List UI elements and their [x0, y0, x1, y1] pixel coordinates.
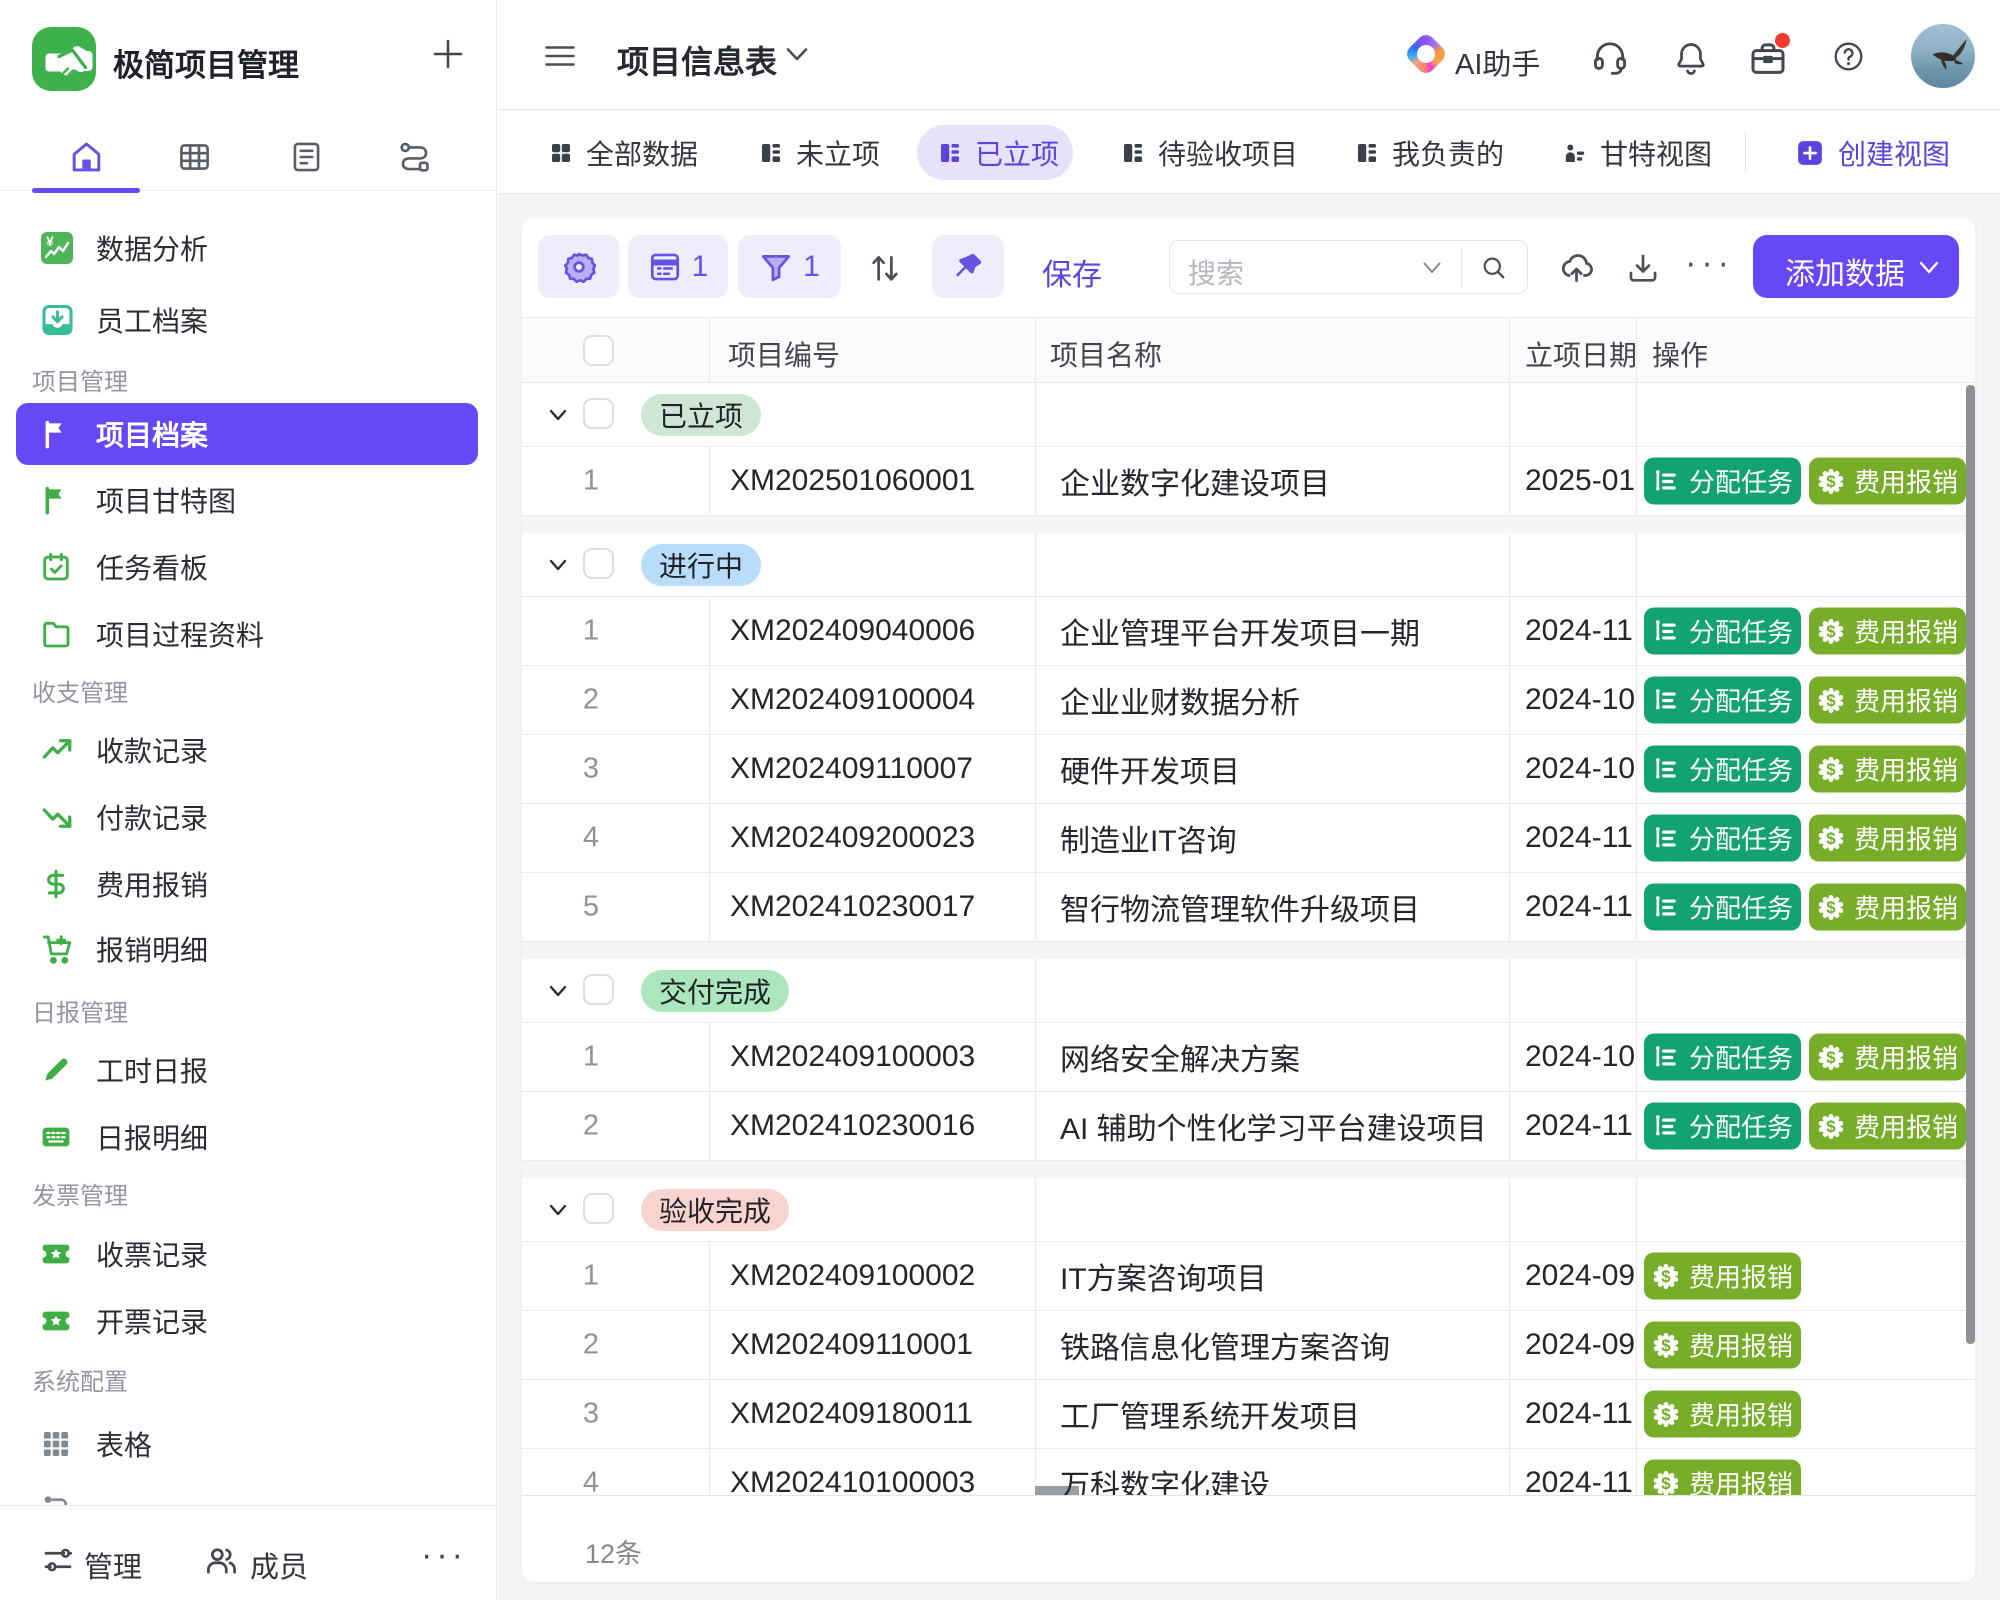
svg-text:¥: ¥ [46, 233, 54, 249]
